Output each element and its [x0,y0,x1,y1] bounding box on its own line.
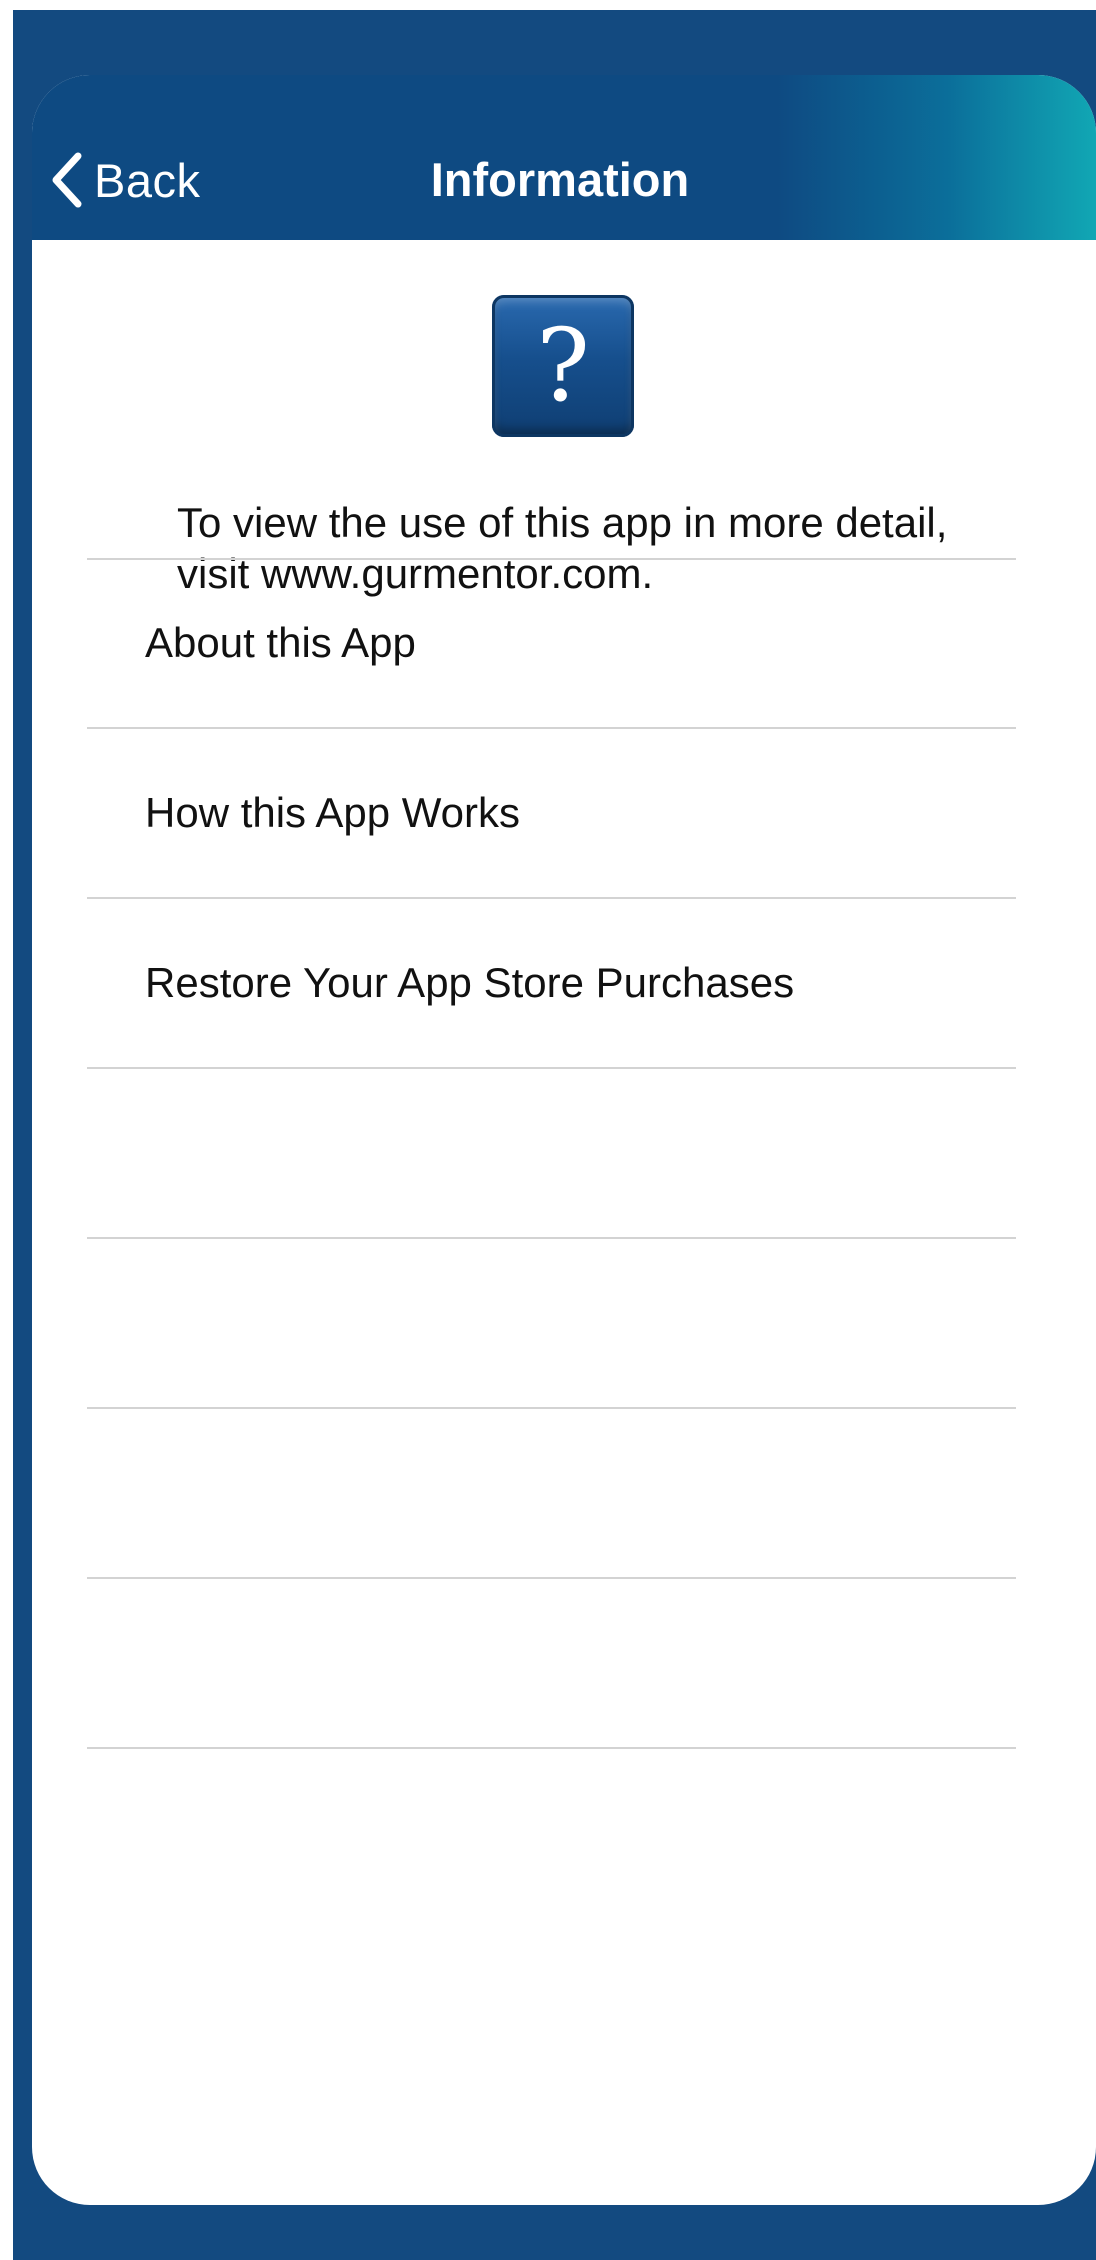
menu-item-label: About this App [145,619,416,666]
information-menu: About this App How this App Works Restor… [87,559,1016,1749]
menu-item-about[interactable]: About this App [87,559,1016,729]
navigation-bar: Back Information [32,75,1096,240]
menu-item-label: Restore Your App Store Purchases [145,959,795,1006]
menu-item-empty [87,1239,1016,1409]
screen-edge [0,0,13,2260]
menu-item-empty [87,1409,1016,1579]
menu-item-how-it-works[interactable]: How this App Works [87,729,1016,899]
menu-item-label: How this App Works [145,789,521,836]
menu-item-restore-purchases[interactable]: Restore Your App Store Purchases [87,899,1016,1069]
question-mark-icon: ? [536,307,590,424]
menu-item-empty [87,1579,1016,1749]
help-tile: ? [492,295,634,437]
menu-item-empty [87,1069,1016,1239]
page-title: Information [430,153,690,206]
